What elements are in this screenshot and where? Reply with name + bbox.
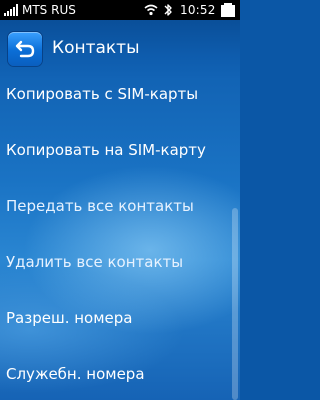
screen: MTS RUS 10:52 Контакты Копировать с SIM-… — [0, 0, 240, 400]
page-title: Контакты — [52, 38, 140, 58]
back-arrow-icon — [15, 40, 35, 58]
status-bar: MTS RUS 10:52 — [0, 0, 240, 20]
battery-icon — [221, 3, 235, 17]
menu-item-allowed-numbers[interactable]: Разреш. номера — [6, 308, 232, 328]
back-button[interactable] — [8, 32, 42, 66]
signal-icon — [4, 4, 18, 16]
wifi-icon — [144, 4, 158, 16]
menu-item-copy-to-sim[interactable]: Копировать на SIM-карту — [6, 140, 232, 160]
menu-item-copy-from-sim[interactable]: Копировать с SIM-карты — [6, 84, 232, 104]
carrier-name: MTS RUS — [22, 3, 76, 17]
bluetooth-icon — [164, 4, 172, 16]
header-bar: Контакты — [0, 20, 240, 80]
scrollbar[interactable] — [232, 208, 238, 400]
menu-item-service-numbers[interactable]: Служебн. номера — [6, 364, 232, 384]
menu-item-delete-all-contacts[interactable]: Удалить все контакты — [6, 252, 232, 272]
clock: 10:52 — [180, 3, 216, 17]
menu-item-send-all-contacts[interactable]: Передать все контакты — [6, 196, 232, 216]
